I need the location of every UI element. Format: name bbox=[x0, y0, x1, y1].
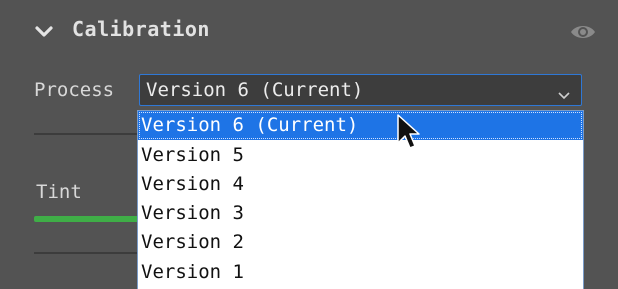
divider bbox=[34, 133, 140, 135]
calibration-panel: Calibration Process Version 6 (Current) … bbox=[0, 0, 618, 289]
process-dropdown-list: Version 6 (Current) Version 5 Version 4 … bbox=[137, 110, 584, 289]
eye-icon[interactable] bbox=[569, 22, 597, 42]
panel-title: Calibration bbox=[72, 17, 210, 41]
tint-slider[interactable] bbox=[34, 216, 144, 222]
divider bbox=[34, 252, 140, 254]
dropdown-option-version-3[interactable]: Version 3 bbox=[138, 199, 583, 228]
tint-label: Tint bbox=[36, 181, 82, 203]
dropdown-option-version-5[interactable]: Version 5 bbox=[138, 141, 583, 170]
process-version-select[interactable]: Version 6 (Current) bbox=[139, 74, 582, 106]
dropdown-option-version-2[interactable]: Version 2 bbox=[138, 228, 583, 257]
mouse-cursor-icon bbox=[396, 113, 422, 151]
chevron-down-icon[interactable] bbox=[34, 22, 54, 40]
dropdown-option-version-1[interactable]: Version 1 bbox=[138, 258, 583, 287]
dropdown-option-version-6[interactable]: Version 6 (Current) bbox=[138, 111, 583, 140]
panel-header[interactable]: Calibration bbox=[0, 0, 618, 62]
process-label: Process bbox=[34, 79, 115, 101]
dropdown-option-version-4[interactable]: Version 4 bbox=[138, 170, 583, 199]
process-select-value: Version 6 (Current) bbox=[146, 79, 364, 101]
chevron-down-icon bbox=[557, 85, 571, 100]
